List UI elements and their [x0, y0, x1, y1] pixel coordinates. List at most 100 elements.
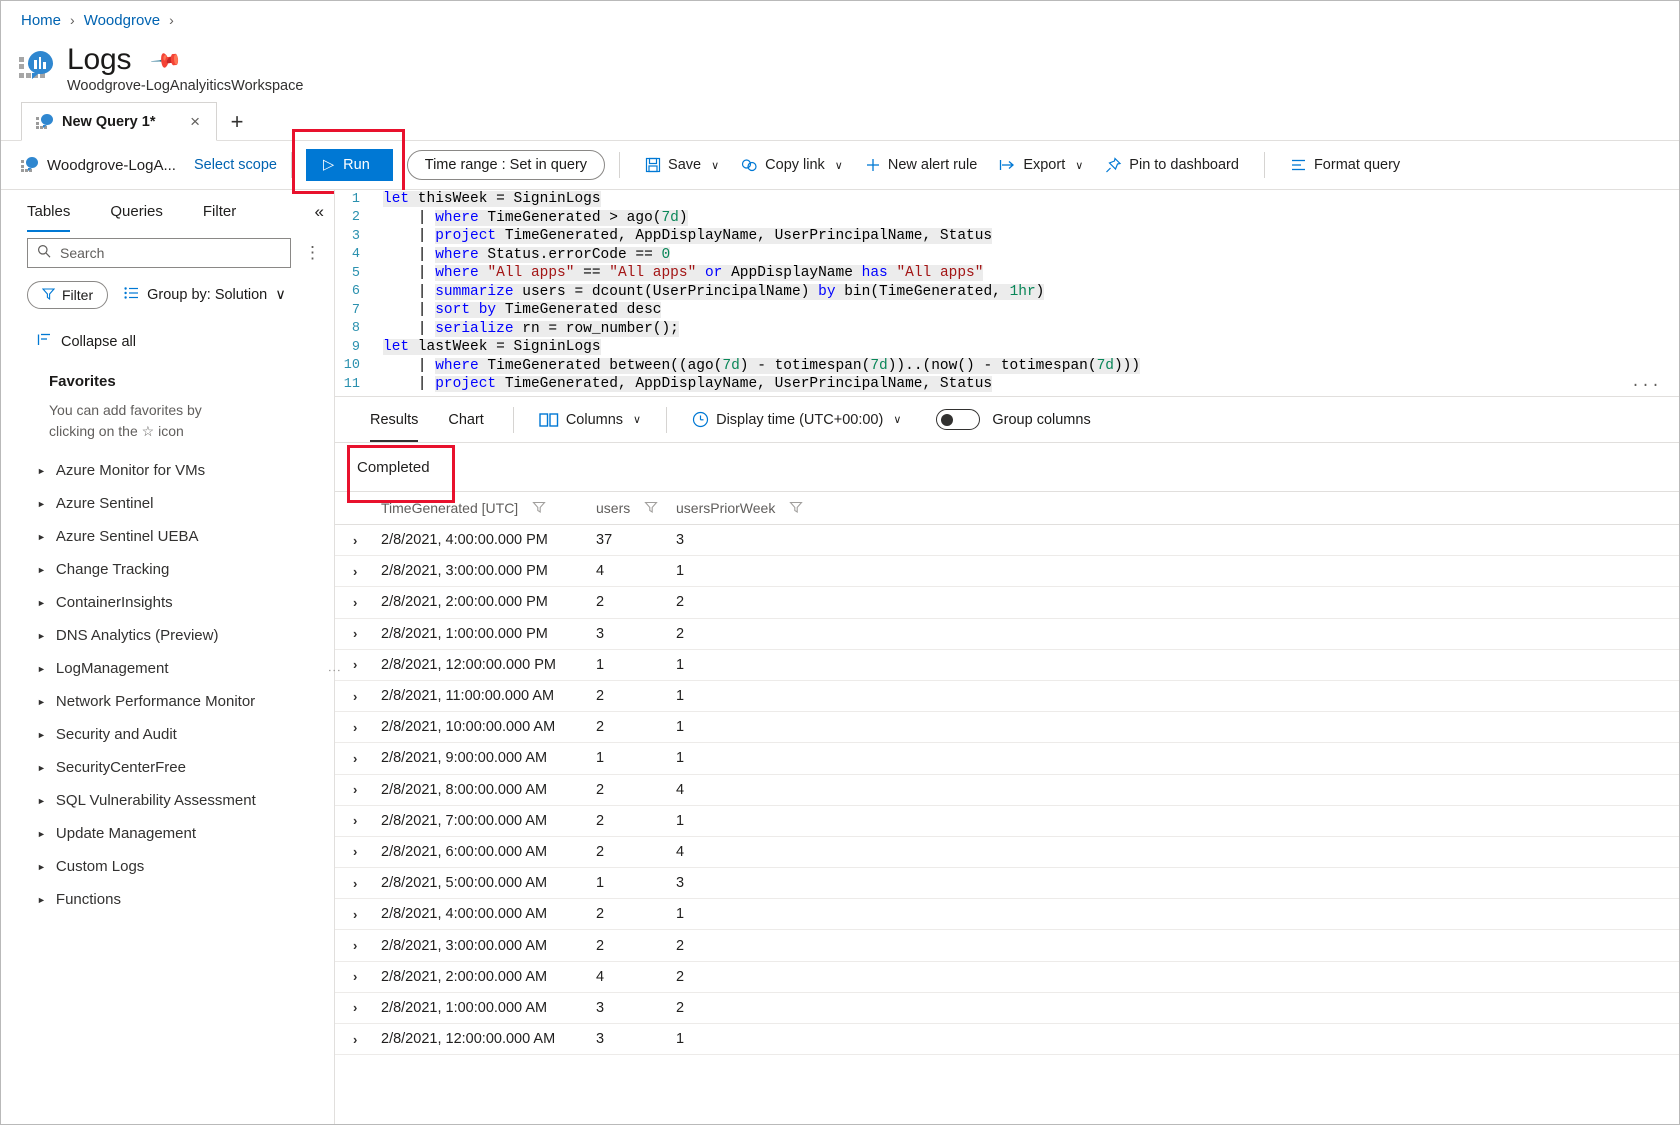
expand-row-icon[interactable]: › — [353, 813, 381, 828]
solution-item[interactable]: ► Custom Logs — [1, 850, 334, 883]
new-alert-rule-button[interactable]: New alert rule — [854, 149, 988, 181]
solution-item[interactable]: ► DNS Analytics (Preview) — [1, 619, 334, 652]
copy-link-button[interactable]: Copy link ∨ — [730, 149, 854, 181]
group-by-dropdown[interactable]: Group by: Solution ∨ — [124, 286, 286, 304]
save-button[interactable]: Save ∨ — [634, 149, 730, 181]
solution-item[interactable]: ► Azure Monitor for VMs — [1, 454, 334, 487]
pin-to-dashboard-button[interactable]: Pin to dashboard — [1094, 149, 1250, 181]
code-line: | where TimeGenerated > ago(7d) — [383, 209, 688, 226]
table-row[interactable]: › 2/8/2021, 10:00:00.000 AM 2 1 — [335, 712, 1679, 744]
filter-button[interactable]: Filter — [27, 281, 109, 309]
filter-funnel-icon[interactable] — [532, 500, 546, 517]
solution-item[interactable]: ► Network Performance Monitor — [1, 685, 334, 718]
solution-item[interactable]: ► SQL Vulnerability Assessment — [1, 784, 334, 817]
expand-row-icon[interactable]: › — [353, 876, 381, 891]
column-header-users[interactable]: users — [596, 500, 630, 516]
cell-userspriorweek: 2 — [676, 937, 685, 954]
format-query-label: Format query — [1313, 157, 1401, 173]
table-row[interactable]: › 2/8/2021, 11:00:00.000 AM 2 1 — [335, 681, 1679, 713]
columns-button[interactable]: Columns ∨ — [528, 404, 652, 436]
expand-row-icon[interactable]: › — [353, 844, 381, 859]
expand-row-icon[interactable]: › — [353, 782, 381, 797]
table-row[interactable]: › 2/8/2021, 9:00:00.000 AM 1 1 — [335, 743, 1679, 775]
expand-row-icon[interactable]: › — [353, 689, 381, 704]
editor-more-icon[interactable]: ··· — [1631, 377, 1661, 394]
pin-icon[interactable]: 📌 — [149, 42, 184, 77]
table-row[interactable]: › 2/8/2021, 8:00:00.000 AM 2 4 — [335, 775, 1679, 806]
breadcrumb-home[interactable]: Home — [21, 12, 61, 29]
expand-row-icon[interactable]: › — [353, 938, 381, 953]
display-time-button[interactable]: Display time (UTC+00:00) ∨ — [681, 404, 912, 436]
solution-label: SecurityCenterFree — [55, 759, 186, 776]
tab-new-query-1[interactable]: New Query 1* × — [21, 102, 217, 141]
expand-row-icon[interactable]: › — [353, 626, 381, 641]
collapse-all-button[interactable]: Collapse all — [1, 309, 334, 351]
table-row[interactable]: › 2/8/2021, 1:00:00.000 PM 3 2 — [335, 619, 1679, 650]
table-row[interactable]: › 2/8/2021, 3:00:00.000 PM 4 1 — [335, 556, 1679, 588]
solution-item[interactable]: ► Azure Sentinel — [1, 487, 334, 520]
line-number: 11 — [343, 376, 360, 392]
table-row[interactable]: › 2/8/2021, 4:00:00.000 AM 2 1 — [335, 899, 1679, 931]
add-query-tab-button[interactable]: + — [217, 102, 257, 141]
sidebar-tab-tables[interactable]: Tables — [27, 203, 71, 232]
table-row[interactable]: › 2/8/2021, 7:00:00.000 AM 2 1 — [335, 806, 1679, 837]
export-button[interactable]: Export ∨ — [988, 149, 1094, 181]
expand-row-icon[interactable]: › — [353, 1032, 381, 1047]
group-columns-toggle[interactable] — [936, 409, 981, 430]
table-row[interactable]: › 2/8/2021, 6:00:00.000 AM 2 4 — [335, 837, 1679, 869]
solution-item[interactable]: ► LogManagement — [1, 652, 334, 685]
expand-row-icon[interactable]: › — [353, 564, 381, 579]
query-editor[interactable]: 1 let thisWeek = SigninLogs 2 | where Tim… — [335, 190, 1679, 397]
expand-row-icon[interactable]: › — [353, 657, 381, 672]
select-scope-link[interactable]: Select scope — [194, 157, 277, 173]
table-row[interactable]: › 2/8/2021, 3:00:00.000 AM 2 2 — [335, 930, 1679, 962]
table-row[interactable]: › 2/8/2021, 2:00:00.000 AM 4 2 — [335, 962, 1679, 993]
expand-row-icon[interactable]: › — [353, 907, 381, 922]
tab-results[interactable]: Results — [355, 397, 433, 442]
expand-row-icon[interactable]: › — [353, 533, 381, 548]
solution-item[interactable]: ► Security and Audit — [1, 718, 334, 751]
table-row[interactable]: › 2/8/2021, 12:00:00.000 AM 3 1 — [335, 1024, 1679, 1056]
expand-row-icon[interactable]: › — [353, 751, 381, 766]
column-header-userspriorweek[interactable]: usersPriorWeek — [676, 500, 775, 516]
cell-userspriorweek: 3 — [676, 875, 685, 892]
search-box[interactable] — [27, 238, 291, 268]
table-row[interactable]: › 2/8/2021, 1:00:00.000 AM 3 2 — [335, 993, 1679, 1024]
expand-row-icon[interactable]: › — [353, 595, 381, 610]
sidebar-tab-filter[interactable]: Filter — [203, 203, 236, 222]
solution-item[interactable]: ► ContainerInsights — [1, 586, 334, 619]
table-row[interactable]: › 2/8/2021, 4:00:00.000 PM 37 3 — [335, 525, 1679, 557]
table-row[interactable]: › 2/8/2021, 12:00:00.000 PM 1 1 — [335, 650, 1679, 681]
sidebar-tab-queries[interactable]: Queries — [110, 203, 163, 222]
time-range-picker[interactable]: Time range : Set in query — [406, 150, 606, 180]
solution-item[interactable]: ► Functions — [1, 883, 334, 916]
expand-row-icon[interactable]: › — [353, 720, 381, 735]
filter-funnel-icon-2[interactable] — [644, 500, 658, 517]
filter-funnel-icon-3[interactable] — [789, 500, 804, 517]
breadcrumb-woodgrove[interactable]: Woodgrove — [84, 12, 160, 29]
cell-userspriorweek: 3 — [676, 532, 685, 549]
cell-users: 2 — [596, 843, 605, 860]
tab-chart[interactable]: Chart — [433, 397, 498, 442]
solution-item[interactable]: ► SecurityCenterFree — [1, 751, 334, 784]
expand-row-icon[interactable]: › — [353, 969, 381, 984]
solution-item[interactable]: ► Change Tracking — [1, 553, 334, 586]
cell-timegenerated: 2/8/2021, 10:00:00.000 AM — [381, 719, 556, 736]
expand-row-icon[interactable]: › — [353, 1000, 381, 1015]
more-options-icon[interactable]: ⋮ — [301, 243, 324, 263]
line-number: 9 — [351, 339, 360, 355]
sidebar-resize-handle[interactable]: ⋮ — [327, 657, 342, 683]
solution-item[interactable]: ► Azure Sentinel UEBA — [1, 520, 334, 553]
collapse-sidebar-icon[interactable]: « — [315, 202, 324, 222]
column-header-timegenerated[interactable]: TimeGenerated [UTC] — [381, 500, 518, 516]
table-row[interactable]: › 2/8/2021, 2:00:00.000 PM 2 2 — [335, 587, 1679, 619]
format-query-button[interactable]: Format query — [1279, 149, 1411, 181]
table-row[interactable]: › 2/8/2021, 5:00:00.000 AM 1 3 — [335, 868, 1679, 900]
breadcrumb: Home › Woodgrove › — [1, 1, 1679, 39]
scope-chip[interactable]: Woodgrove-LogA... — [21, 157, 176, 174]
cell-timegenerated: 2/8/2021, 2:00:00.000 PM — [381, 594, 548, 611]
search-input[interactable] — [60, 245, 281, 261]
close-icon[interactable]: × — [184, 112, 206, 132]
solution-item[interactable]: ► Update Management — [1, 817, 334, 850]
run-button[interactable]: ▷ Run — [306, 149, 393, 181]
